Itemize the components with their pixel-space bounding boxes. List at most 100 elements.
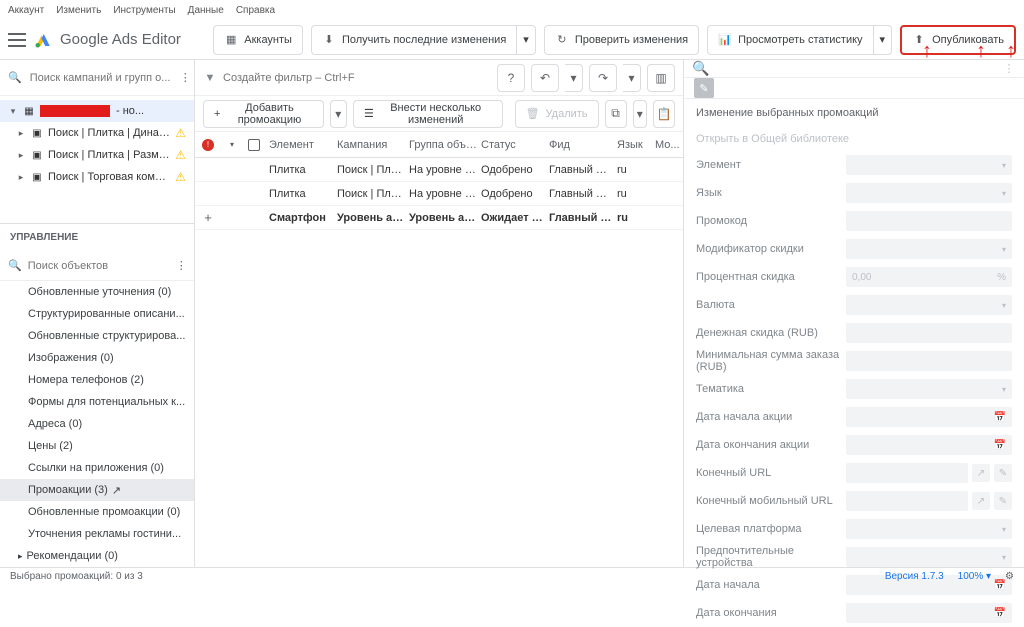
table-row[interactable]: Плитка Поиск | Плитк... На уровне ка... … xyxy=(195,158,683,182)
col-campaign[interactable]: Кампания xyxy=(333,139,405,151)
left-sidebar: 🔍 ⋮ ▾ ▦ - но... ▸▣Поиск | Плитка | Динам… xyxy=(0,60,195,567)
edit-tab-icon[interactable]: ✎ xyxy=(694,78,714,98)
field-label: Дата начала xyxy=(696,579,846,591)
edit-icon[interactable]: ✎ xyxy=(994,492,1012,510)
col-checkbox[interactable] xyxy=(243,139,265,151)
edit-icon[interactable]: ✎ xyxy=(994,464,1012,482)
mgmt-item-promo[interactable]: Промоакции (3) ↗ xyxy=(0,479,194,501)
field-label: Дата начала акции xyxy=(696,411,846,423)
field-date[interactable]: 📅 xyxy=(846,603,1012,623)
field-input[interactable] xyxy=(846,463,968,483)
redo-button[interactable]: ↷ xyxy=(589,64,617,92)
redo-dropdown[interactable]: ▾ xyxy=(623,64,641,92)
check-changes-button[interactable]: ↻Проверить изменения xyxy=(544,25,699,55)
warning-icon: ⚠ xyxy=(175,148,186,162)
more-icon[interactable]: ⋮ xyxy=(176,259,187,273)
field-dropdown[interactable]: ▾ xyxy=(846,547,1012,567)
settings-icon[interactable]: ⚙ xyxy=(1005,571,1014,582)
mgmt-item[interactable]: Уточнения рекламы гостини... xyxy=(0,523,194,545)
col-status-text[interactable]: Статус xyxy=(477,139,545,151)
mgmt-recommendations[interactable]: ▸Рекомендации (0) xyxy=(0,545,194,567)
mgmt-item[interactable]: Обновленные структурирова... xyxy=(0,325,194,347)
tree-campaign-row[interactable]: ▸▣Поиск | Плитка | Разме...⚠ xyxy=(0,144,194,166)
field-input[interactable] xyxy=(846,351,1012,371)
property-field: Дата начала акции 📅 xyxy=(684,403,1024,431)
table-row[interactable]: + Смартфон Уровень акка... Уровень акка.… xyxy=(195,206,683,230)
accounts-button[interactable]: ▦Аккаунты xyxy=(213,25,303,55)
field-dropdown[interactable]: ▾ xyxy=(846,379,1012,399)
col-element[interactable]: Элемент xyxy=(265,139,333,151)
field-dropdown[interactable]: ▾ xyxy=(846,155,1012,175)
field-input[interactable] xyxy=(846,211,1012,231)
field-label: Конечный мобильный URL xyxy=(696,495,846,507)
external-icon[interactable]: ↗ xyxy=(972,492,990,510)
more-icon[interactable]: ⋮ xyxy=(180,71,191,85)
field-dropdown[interactable]: ▾ xyxy=(846,239,1012,259)
stats-icon: 📊 xyxy=(718,33,732,47)
field-input[interactable]: 0,00% xyxy=(846,267,1012,287)
calendar-icon: 📅 xyxy=(994,412,1006,423)
mgmt-item[interactable]: Цены (2) xyxy=(0,435,194,457)
undo-button[interactable]: ↶ xyxy=(531,64,559,92)
get-changes-button[interactable]: ⬇Получить последние изменения xyxy=(311,25,517,55)
external-icon[interactable]: ↗ xyxy=(972,464,990,482)
panel-title: Изменение выбранных промоакций xyxy=(684,99,1024,127)
publish-button[interactable]: ⬆Опубликовать xyxy=(900,25,1016,55)
field-dropdown[interactable]: ▾ xyxy=(846,295,1012,315)
field-date[interactable]: 📅 xyxy=(846,435,1012,455)
help-button[interactable]: ? xyxy=(497,64,525,92)
zoom-level[interactable]: 100% ▾ xyxy=(958,571,991,582)
mgmt-item[interactable]: Формы для потенциальных к... xyxy=(0,391,194,413)
menu-help[interactable]: Справка xyxy=(236,5,275,16)
get-changes-dropdown[interactable]: ▾ xyxy=(517,25,536,55)
layout-button[interactable]: ▥ xyxy=(647,64,675,92)
undo-dropdown[interactable]: ▾ xyxy=(565,64,583,92)
tree-campaign-row[interactable]: ▸▣Поиск | Плитка | Динам...⚠ xyxy=(0,122,194,144)
more-icon[interactable]: ⋮ xyxy=(1002,62,1016,76)
delete-button[interactable]: 🗑Удалить xyxy=(515,100,599,128)
error-badge-icon: ! xyxy=(202,139,214,151)
property-field: Целевая платформа▾ xyxy=(684,515,1024,543)
center-panel: ▼ ? ↶ ▾ ↷ ▾ ▥ +Добавить промоакцию ▾ ☰Вн… xyxy=(195,60,684,567)
field-input[interactable] xyxy=(846,491,968,511)
mgmt-item[interactable]: Ссылки на приложения (0) xyxy=(0,457,194,479)
management-header: УПРАВЛЕНИЕ xyxy=(0,223,194,251)
menu-data[interactable]: Данные xyxy=(188,5,224,16)
mgmt-item[interactable]: Обновленные уточнения (0) xyxy=(0,281,194,303)
menu-tools[interactable]: Инструменты xyxy=(113,5,175,16)
add-promo-button[interactable]: +Добавить промоакцию xyxy=(203,100,324,128)
col-status[interactable]: ! xyxy=(195,139,221,151)
field-dropdown[interactable]: ▾ xyxy=(846,519,1012,539)
filter-input[interactable] xyxy=(223,72,491,84)
bulk-edit-button[interactable]: ☰Внести несколько изменений xyxy=(353,100,503,128)
download-icon: ⬇ xyxy=(322,33,336,47)
col-lang[interactable]: Язык xyxy=(613,139,651,151)
add-promo-dropdown[interactable]: ▾ xyxy=(330,100,347,128)
field-input[interactable] xyxy=(846,323,1012,343)
mgmt-item[interactable]: Структурированные описани... xyxy=(0,303,194,325)
menu-edit[interactable]: Изменить xyxy=(56,5,101,16)
property-field: Процентная скидка0,00% xyxy=(684,263,1024,291)
objects-search-input[interactable] xyxy=(28,260,170,272)
col-feed[interactable]: Фид xyxy=(545,139,613,151)
refresh-icon: ↻ xyxy=(555,33,569,47)
field-dropdown[interactable]: ▾ xyxy=(846,183,1012,203)
mgmt-item[interactable]: Изображения (0) xyxy=(0,347,194,369)
menu-account[interactable]: Аккаунт xyxy=(8,5,44,16)
col-adgroup[interactable]: Группа объявл.. xyxy=(405,139,477,151)
view-stats-button[interactable]: 📊Просмотреть статистику xyxy=(707,25,873,55)
mgmt-item[interactable]: Номера телефонов (2) xyxy=(0,369,194,391)
open-library-link[interactable]: Открыть в Общей библиотеке xyxy=(684,127,1024,151)
table-row[interactable]: Плитка Поиск | Плитк... На уровне ка... … xyxy=(195,182,683,206)
mgmt-item[interactable]: Адреса (0) xyxy=(0,413,194,435)
hamburger-icon[interactable] xyxy=(8,33,26,47)
campaign-search-input[interactable] xyxy=(30,72,172,84)
tree-account-row[interactable]: ▾ ▦ - но... xyxy=(0,100,194,122)
mgmt-item[interactable]: Обновленные промоакции (0) xyxy=(0,501,194,523)
field-date[interactable]: 📅 xyxy=(846,407,1012,427)
tree-campaign-row[interactable]: ▸▣Поиск | Торговая компа...⚠ xyxy=(0,166,194,188)
view-stats-dropdown[interactable]: ▾ xyxy=(874,25,893,55)
col-mod[interactable]: Мо... xyxy=(651,139,681,151)
account-icon: ▦ xyxy=(22,104,36,118)
search-icon[interactable]: 🔍 xyxy=(692,60,996,77)
